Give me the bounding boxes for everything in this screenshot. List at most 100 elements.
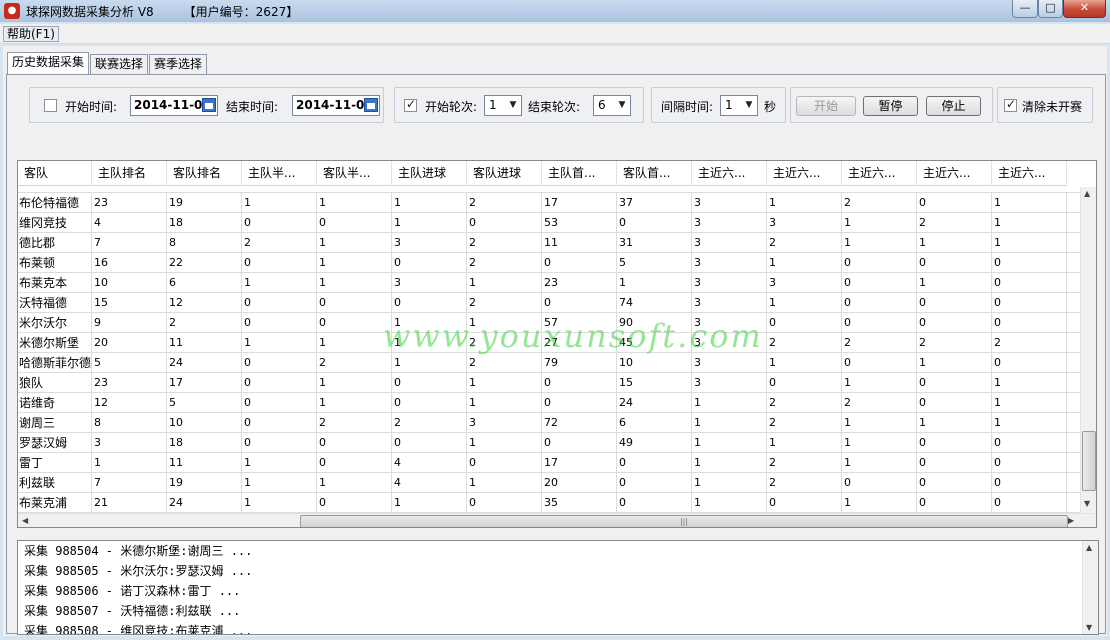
column-header[interactable]: 主队首... xyxy=(542,161,617,186)
table-cell: 1 xyxy=(317,233,392,253)
table-cell: 2 xyxy=(317,353,392,373)
table-cell: 18 xyxy=(167,213,242,233)
team-cell: 德比郡 xyxy=(18,233,92,253)
table-cell: 4 xyxy=(92,213,167,233)
vertical-scrollbar[interactable]: ▲ ▼ xyxy=(1080,187,1096,513)
end-date-value: 2014-11-06 xyxy=(296,98,373,112)
table-cell: 0 xyxy=(842,353,917,373)
table-cell: 20 xyxy=(92,333,167,353)
start-round-value: 1 xyxy=(489,98,497,112)
end-date-picker[interactable]: 2014-11-06 xyxy=(292,95,380,116)
table-cell: 20 xyxy=(542,473,617,493)
table-cell: 1 xyxy=(392,493,467,513)
table-cell: 3 xyxy=(392,273,467,293)
interval-select[interactable]: 1 ▼ xyxy=(720,95,758,116)
log-scrollbar[interactable]: ▲ ▼ xyxy=(1082,541,1098,634)
start-time-checkbox[interactable] xyxy=(44,99,57,112)
table-row[interactable]: 布莱顿 16 22 0 1 0 2 0 5 3 1 0 0 0 xyxy=(18,253,1082,273)
calendar-icon[interactable] xyxy=(202,98,216,112)
table-cell: 3 xyxy=(467,413,542,433)
vertical-scroll-thumb[interactable] xyxy=(1082,431,1096,491)
table-row[interactable]: 沃特福德 15 12 0 0 0 2 0 74 3 1 0 0 0 xyxy=(18,293,1082,313)
end-round-select[interactable]: 6 ▼ xyxy=(593,95,631,116)
table-row[interactable]: 布伦特福德 23 19 1 1 1 2 17 37 3 1 2 0 1 xyxy=(18,193,1082,213)
log-line: 采集 988507 - 沃特福德:利兹联 ... xyxy=(24,604,241,618)
tab-season-select[interactable]: 赛季选择 xyxy=(149,54,208,74)
table-row[interactable]: 布莱克浦 21 24 1 0 1 0 35 0 1 0 1 0 0 xyxy=(18,493,1082,513)
table-cell: 3 xyxy=(392,233,467,253)
stop-button[interactable]: 停止 xyxy=(926,96,981,116)
calendar-icon[interactable] xyxy=(364,98,378,112)
close-button[interactable]: ✕ xyxy=(1063,0,1106,18)
column-header[interactable]: 客队首... xyxy=(617,161,692,186)
table-cell: 0 xyxy=(842,293,917,313)
pause-button[interactable]: 暂停 xyxy=(863,96,918,116)
column-header[interactable]: 主近六... xyxy=(692,161,767,186)
table-row[interactable]: 维冈竞技 4 18 0 0 1 0 53 0 3 3 1 2 1 xyxy=(18,213,1082,233)
scroll-down-icon[interactable]: ▼ xyxy=(1084,499,1090,508)
column-header[interactable]: 主队进球 xyxy=(392,161,467,186)
table-cell: 3 xyxy=(692,253,767,273)
maximize-button[interactable]: □ xyxy=(1038,0,1063,18)
scroll-down-icon[interactable]: ▼ xyxy=(1086,623,1092,632)
start-round-checkbox[interactable] xyxy=(404,97,417,112)
table-row[interactable]: 雷丁 1 11 1 0 4 0 17 0 1 2 1 0 0 xyxy=(18,453,1082,473)
scroll-right-icon[interactable]: ▶ xyxy=(1068,516,1074,525)
tab-league-select[interactable]: 联赛选择 xyxy=(90,54,149,74)
table-row[interactable]: 德比郡 7 8 2 1 3 2 11 31 3 2 1 1 1 xyxy=(18,233,1082,253)
column-header[interactable]: 主队半... xyxy=(242,161,317,186)
table-cell: 24 xyxy=(167,493,242,513)
horizontal-scrollbar[interactable]: ◀ ||| ▶ xyxy=(18,513,1096,527)
table-row[interactable]: 利兹联 7 19 1 1 4 1 20 0 1 2 0 0 0 xyxy=(18,473,1082,493)
start-date-picker[interactable]: 2014-11-05 xyxy=(130,95,218,116)
log-line: 采集 988505 - 米尔沃尔:罗瑟汉姆 ... xyxy=(24,564,253,578)
table-cell: 0 xyxy=(617,493,692,513)
start-round-select[interactable]: 1 ▼ xyxy=(484,95,522,116)
log-panel[interactable]: 采集 988504 - 米德尔斯堡:谢周三 ... 采集 988505 - 米尔沃… xyxy=(17,540,1099,635)
column-header[interactable]: 主近六... xyxy=(917,161,992,186)
table-cell: 1 xyxy=(467,373,542,393)
column-header[interactable]: 客队半... xyxy=(317,161,392,186)
title-bar: ● 球探网数据采集分析 V8 【用户编号：2627】 — □ ✕ xyxy=(0,0,1110,22)
table-row[interactable]: 狼队 23 17 0 1 0 1 0 15 3 0 1 0 1 xyxy=(18,373,1082,393)
minimize-button[interactable]: — xyxy=(1012,0,1038,18)
scroll-up-icon[interactable]: ▲ xyxy=(1084,189,1090,198)
table-row[interactable]: 哈德斯菲尔德 5 24 0 2 1 2 79 10 3 1 0 1 0 xyxy=(18,353,1082,373)
table-row[interactable]: 诺维奇 12 5 0 1 0 1 0 24 1 2 2 0 1 xyxy=(18,393,1082,413)
table-row[interactable]: 罗瑟汉姆 3 18 0 0 0 1 0 49 1 1 1 0 0 xyxy=(18,433,1082,453)
table-cell: 1 xyxy=(767,433,842,453)
horizontal-scroll-thumb[interactable]: ||| xyxy=(300,515,1068,527)
scroll-up-icon[interactable]: ▲ xyxy=(1086,543,1092,552)
table-row[interactable]: 谢周三 8 10 0 2 2 3 72 6 1 2 1 1 1 xyxy=(18,413,1082,433)
start-button[interactable]: 开始 xyxy=(796,96,856,116)
table-row[interactable]: 布莱克本 10 6 1 1 3 1 23 1 3 3 0 1 0 xyxy=(18,273,1082,293)
chevron-down-icon[interactable]: ▼ xyxy=(741,96,757,115)
clear-unplayed-checkbox[interactable] xyxy=(1004,97,1017,112)
table-cell: 1 xyxy=(317,373,392,393)
column-header[interactable]: 主队排名 xyxy=(92,161,167,186)
tab-history-collection[interactable]: 历史数据采集 xyxy=(7,52,90,74)
column-header[interactable]: 客队进球 xyxy=(467,161,542,186)
column-header[interactable]: 主近六... xyxy=(767,161,842,186)
column-header[interactable]: 客队 xyxy=(18,161,92,186)
table-cell: 2 xyxy=(842,333,917,353)
table-cell: 3 xyxy=(692,193,767,213)
table-cell: 1 xyxy=(392,213,467,233)
help-menu[interactable]: 帮助(F1) xyxy=(3,26,59,42)
table-cell: 0 xyxy=(917,393,992,413)
table-cell: 1 xyxy=(767,293,842,313)
table-cell: 1 xyxy=(242,193,317,213)
table-cell: 23 xyxy=(542,273,617,293)
column-header[interactable]: 客队排名 xyxy=(167,161,242,186)
table-cell: 2 xyxy=(992,333,1067,353)
scroll-left-icon[interactable]: ◀ xyxy=(22,516,28,525)
table-cell: 3 xyxy=(92,433,167,453)
team-cell: 布莱克浦 xyxy=(18,493,92,513)
column-header[interactable]: 主近六... xyxy=(992,161,1067,186)
table-cell: 3 xyxy=(692,233,767,253)
chevron-down-icon[interactable]: ▼ xyxy=(505,96,521,115)
chevron-down-icon[interactable]: ▼ xyxy=(614,96,630,115)
table-cell: 0 xyxy=(392,433,467,453)
column-header[interactable]: 主近六... xyxy=(842,161,917,186)
table-cell: 0 xyxy=(242,293,317,313)
